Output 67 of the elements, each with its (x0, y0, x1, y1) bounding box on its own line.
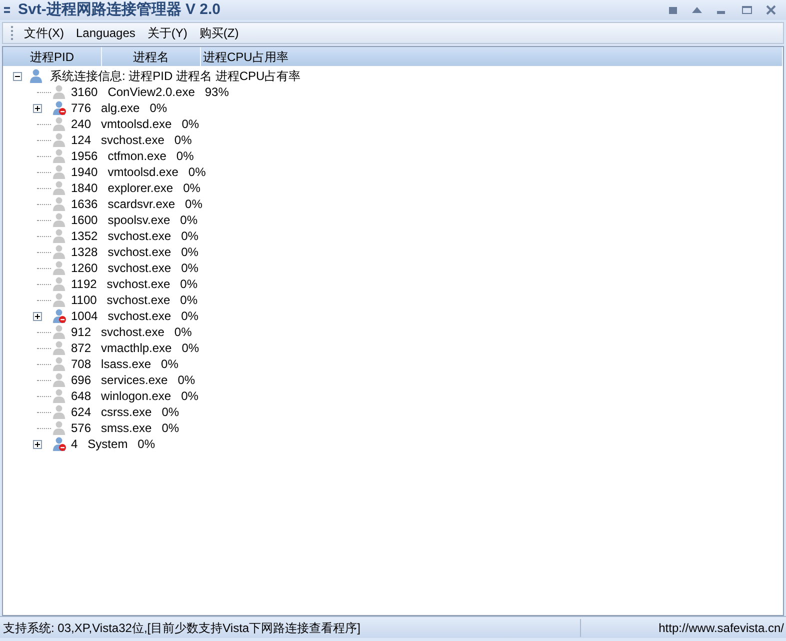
maximize-icon[interactable] (742, 6, 752, 14)
tree-item[interactable]: 1636 scardsvr.exe 0% (71, 195, 202, 213)
menu-item[interactable]: 购买(Z) (198, 24, 240, 42)
menu-item[interactable]: 关于(Y) (146, 24, 188, 42)
status-text: 支持系统: 03,XP,Vista32位,[目前少数支持Vista下网路连接查看程序] (2, 620, 362, 636)
tree-item[interactable]: 1840 explorer.exe 0% (71, 179, 200, 197)
tree-item[interactable]: 1100 svchost.exe 0% (71, 291, 198, 309)
tree-item[interactable]: 872 vmacthlp.exe 0% (71, 339, 200, 357)
tree-item[interactable]: 4 System 0% (71, 435, 156, 453)
user-icon (51, 84, 67, 100)
tree-item[interactable]: 708 lsass.exe 0% (71, 355, 178, 373)
expand-icon[interactable] (33, 440, 42, 448)
column-header[interactable]: 进程PID (3, 47, 102, 66)
user-icon (51, 228, 67, 244)
tree-item[interactable]: 1260 svchost.exe 0% (71, 259, 198, 277)
tree-item[interactable]: 648 winlogon.exe 0% (71, 387, 198, 405)
tree-item[interactable]: 1192 svchost.exe 0% (71, 275, 198, 293)
user-icon (51, 404, 67, 420)
user-blocked-icon (51, 100, 67, 116)
menu-icon[interactable] (4, 7, 10, 13)
user-icon (51, 244, 67, 260)
user-icon (51, 276, 67, 292)
tree-item[interactable]: 系统连接信息: 进程PID 进程名 进程CPU占有率 (50, 67, 301, 85)
user-icon (51, 372, 67, 388)
user-icon (51, 180, 67, 196)
window-title: Svt-进程网路连接管理器 V 2.0 (18, 0, 221, 20)
user-icon (51, 116, 67, 132)
tree-item[interactable]: 1940 vmtoolsd.exe 0% (71, 163, 206, 181)
tree-item[interactable]: 240 vmtoolsd.exe 0% (71, 115, 200, 133)
tree-item[interactable]: 1004 svchost.exe 0% (71, 307, 198, 325)
tree-item[interactable]: 696 services.exe 0% (71, 371, 196, 389)
expand-icon[interactable] (33, 104, 42, 112)
user-icon (51, 132, 67, 148)
tree-item[interactable]: 776 alg.exe 0% (71, 99, 168, 117)
user-blocked-icon (51, 436, 67, 452)
user-icon (51, 164, 67, 180)
tree-item[interactable]: 624 csrss.exe 0% (71, 403, 180, 421)
user-icon (51, 356, 67, 372)
user-icon (51, 260, 67, 276)
user-icon (51, 196, 67, 212)
tree-item[interactable]: 1600 spoolsv.exe 0% (71, 211, 198, 229)
user-icon (51, 420, 67, 436)
tree-item[interactable]: 912 svchost.exe 0% (71, 323, 192, 341)
tree-item[interactable]: 576 smss.exe 0% (71, 419, 180, 437)
column-header[interactable]: 进程名 (102, 47, 201, 66)
user-icon (51, 292, 67, 308)
status-link[interactable]: http://www.safevista.cn/ (580, 618, 786, 636)
menu-item[interactable]: Languages (75, 24, 136, 42)
tree-item[interactable]: 1328 svchost.exe 0% (71, 243, 198, 261)
user-icon (51, 212, 67, 228)
restore-icon[interactable] (669, 6, 677, 14)
user-icon (28, 68, 44, 84)
user-icon (51, 148, 67, 164)
user-icon (51, 340, 67, 356)
collapse-up-icon[interactable] (692, 7, 702, 13)
expand-icon[interactable] (33, 312, 42, 320)
tree-item[interactable]: 3160 ConView2.0.exe 93% (71, 83, 229, 101)
tree-item[interactable]: 124 svchost.exe 0% (71, 131, 192, 149)
collapse-icon[interactable] (13, 72, 22, 80)
close-icon[interactable] (766, 5, 776, 15)
user-blocked-icon (51, 308, 67, 324)
tree-item[interactable]: 1956 ctfmon.exe 0% (71, 147, 194, 165)
menu-item[interactable]: 文件(X) (23, 24, 65, 42)
user-icon (51, 388, 67, 404)
user-icon (51, 324, 67, 340)
column-header[interactable]: 进程CPU占用率 (201, 47, 783, 66)
tree-item[interactable]: 1352 svchost.exe 0% (71, 227, 198, 245)
